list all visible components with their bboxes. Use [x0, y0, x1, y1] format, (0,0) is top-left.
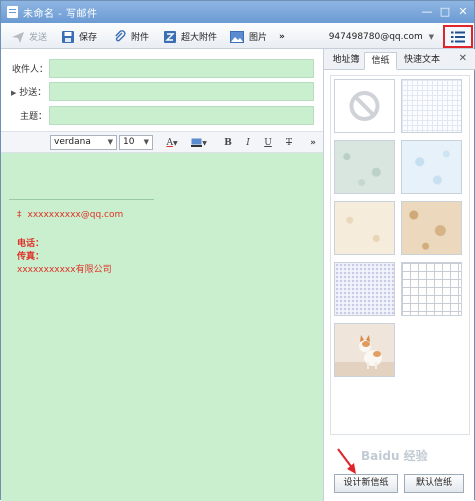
picture-icon [230, 30, 244, 43]
bold-button[interactable]: B [221, 136, 235, 150]
underline-button[interactable]: U [261, 136, 275, 150]
signature-email-text: xxxxxxxxxx@qq.com [27, 210, 124, 220]
stationery-grid-paper[interactable] [401, 79, 462, 133]
compose-window: 未命名 - 写邮件 — □ ✕ 发送 保存 附件 超大附件 图片 » 94749… [0, 0, 475, 501]
cc-input[interactable] [49, 82, 314, 101]
chevron-down-icon: ▼ [143, 138, 149, 146]
stationery-lavender-dots[interactable] [334, 262, 395, 316]
app-icon [7, 6, 18, 18]
stationery-green-floral[interactable] [334, 140, 395, 194]
paperclip-icon [115, 29, 126, 41]
toolbar-more-label: » [279, 31, 285, 42]
maximize-button[interactable]: □ [437, 4, 453, 19]
cc-row-label: ▶ 抄送： [11, 85, 46, 98]
strikethrough-icon: T [285, 138, 292, 148]
highlight-icon [191, 138, 203, 147]
signature-fax: 传真： [17, 252, 45, 262]
cc-row: ▶ 抄送： [1, 81, 323, 102]
font-size-value: 10 [123, 137, 135, 147]
stationery-cream-texture[interactable] [334, 201, 395, 255]
format-more-label: » [310, 138, 316, 148]
phone-glyph-icon: ‡ [17, 210, 22, 220]
side-panel: 地址簿 信纸 快速文本 ✕ 设计新信纸 默认信纸 [323, 49, 475, 501]
subject-label: 主题： [20, 112, 48, 122]
subject-row: 主题： [1, 105, 323, 126]
font-family-select[interactable]: verdana ▼ [50, 135, 117, 150]
red-arrow-annotation [337, 448, 356, 474]
signature-email: ‡ xxxxxxxxxx@qq.com [17, 210, 123, 220]
save-button[interactable]: 保存 [61, 28, 97, 45]
stationery-square-grid[interactable] [401, 262, 462, 316]
to-input[interactable] [49, 59, 314, 78]
message-body-editor[interactable]: ‡ xxxxxxxxxx@qq.com 电话： 传真： xxxxxxxxxxx有限… [1, 153, 323, 501]
save-icon [62, 30, 74, 43]
tab-quick-text[interactable]: 快速文本 [398, 52, 446, 70]
bold-icon: B [224, 138, 232, 148]
big-attach-label: 超大附件 [181, 33, 218, 43]
close-icon[interactable]: ✕ [459, 53, 467, 64]
font-size-select[interactable]: 10 ▼ [119, 135, 153, 150]
minimize-button[interactable]: — [419, 4, 435, 19]
design-stationery-button[interactable]: 设计新信纸 [334, 474, 398, 493]
watermark: Baidu 经验 [361, 449, 428, 463]
stationery-tan-floral[interactable] [401, 201, 462, 255]
to-row: 收件人： [1, 58, 323, 79]
window-title: 未命名 - 写邮件 [23, 9, 98, 20]
underline-icon: U [264, 138, 272, 148]
big-attachment-icon [164, 30, 176, 43]
format-toolbar: verdana ▼ 10 ▼ A▼ ▼ B I U T » [1, 131, 323, 153]
cc-label: 抄送： [19, 88, 47, 98]
close-button[interactable]: ✕ [455, 4, 471, 19]
stationery-blue-pattern[interactable] [401, 140, 462, 194]
default-stationery-button[interactable]: 默认信纸 [404, 474, 464, 493]
compose-area: 收件人： ▶ 抄送： 主题： verdana ▼ 10 ▼ A▼ ▼ B I U… [1, 49, 323, 501]
italic-button[interactable]: I [241, 136, 255, 150]
attach-button[interactable]: 附件 [113, 28, 149, 45]
title-bar: 未命名 - 写邮件 — □ ✕ [1, 1, 474, 23]
chevron-down-icon: ▼ [107, 138, 113, 146]
font-family-value: verdana [54, 137, 91, 147]
big-attach-button[interactable]: 超大附件 [163, 28, 217, 45]
send-button[interactable]: 发送 [11, 28, 47, 45]
toolbar: 发送 保存 附件 超大附件 图片 » 947498780@qq.com ▼ [1, 23, 474, 49]
send-icon [12, 31, 24, 43]
kitten-image [335, 324, 394, 376]
signature-divider [9, 199, 154, 200]
list-menu-icon [451, 31, 465, 42]
side-tabs: 地址簿 信纸 快速文本 ✕ [324, 49, 475, 70]
strikethrough-button[interactable]: T [282, 136, 296, 150]
italic-icon: I [246, 138, 250, 148]
stationery-grid [330, 75, 470, 435]
send-label: 发送 [29, 33, 48, 43]
signature-company: xxxxxxxxxxx有限公司 [17, 265, 112, 275]
tab-address-book[interactable]: 地址簿 [328, 52, 364, 70]
account-email: 947498780@qq.com [328, 32, 423, 42]
stationery-kitten-photo[interactable] [334, 323, 395, 377]
picture-button[interactable]: 图片 [229, 28, 267, 45]
format-more-button[interactable]: » [306, 136, 320, 150]
font-color-button[interactable]: A▼ [161, 136, 183, 150]
signature-phone: 电话： [17, 239, 45, 249]
chevron-down-icon: ▼ [428, 33, 434, 41]
subject-input[interactable] [49, 106, 314, 125]
attach-label: 附件 [131, 33, 150, 43]
toolbar-more-button[interactable]: » [279, 28, 285, 45]
expand-triangle-icon[interactable]: ▶ [11, 89, 16, 97]
picture-label: 图片 [249, 33, 268, 43]
no-stationery-icon [349, 91, 380, 121]
menu-button[interactable] [443, 25, 473, 48]
account-selector[interactable]: 947498780@qq.com ▼ [329, 32, 434, 42]
highlight-button[interactable]: ▼ [187, 136, 211, 150]
save-label: 保存 [79, 33, 98, 43]
stationery-none[interactable] [334, 79, 395, 133]
tab-stationery[interactable]: 信纸 [364, 52, 397, 70]
to-label: 收件人： [12, 65, 49, 75]
